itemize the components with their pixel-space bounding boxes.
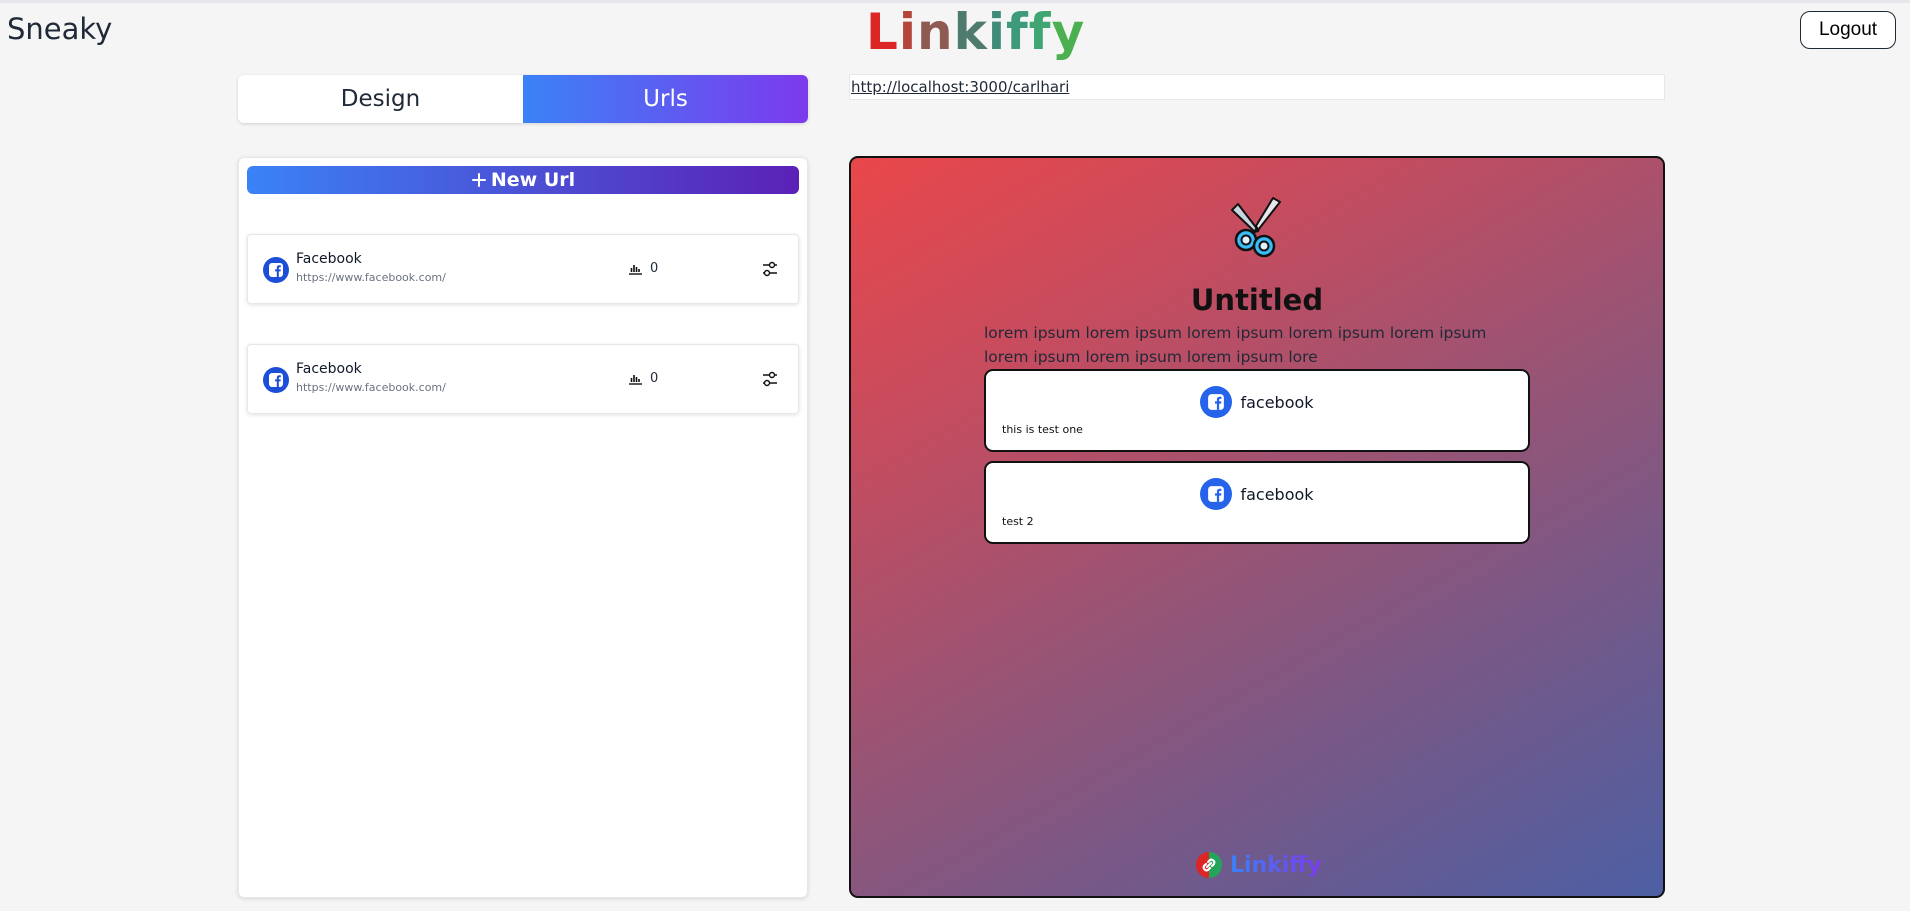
link-subtitle: this is test one <box>1002 423 1083 436</box>
logout-button[interactable]: Logout <box>1800 11 1896 49</box>
bar-chart-icon <box>629 265 642 275</box>
facebook-icon <box>263 367 289 393</box>
link-button[interactable]: facebook test 2 <box>984 461 1530 544</box>
logo-letter: i <box>898 3 918 61</box>
tab-urls[interactable]: Urls <box>523 75 808 123</box>
adjustments-icon[interactable] <box>761 370 779 392</box>
new-url-button[interactable]: New Url <box>247 166 799 194</box>
url-card[interactable]: Facebook https://www.facebook.com/ 0 <box>247 344 799 414</box>
footer-brand-text: Linkiffy <box>1230 852 1322 878</box>
logo-letter: k <box>953 3 988 61</box>
tab-design[interactable]: Design <box>238 75 523 123</box>
profile-url-bar: http://localhost:3000/carlhari <box>849 74 1665 100</box>
link-label: facebook <box>1240 484 1314 504</box>
chain-link-icon <box>1196 852 1222 878</box>
new-url-label: New Url <box>490 169 576 191</box>
logo-letter: n <box>917 3 954 61</box>
profile-url-link[interactable]: http://localhost:3000/carlhari <box>851 78 1069 96</box>
logo-letter: i <box>987 3 1007 61</box>
logo-letter: f <box>1028 3 1052 61</box>
plus-icon <box>471 173 486 187</box>
logo-letter: L <box>866 3 899 61</box>
logo-letter: f <box>1006 3 1029 61</box>
url-link: https://www.facebook.com/ <box>296 381 446 394</box>
bar-chart-icon <box>629 375 642 385</box>
scissors-icon <box>1231 197 1281 258</box>
url-name: Facebook <box>296 251 362 267</box>
urls-panel: New Url Facebook https://www.facebook.co… <box>238 157 808 898</box>
profile-title: Untitled <box>1190 283 1324 317</box>
facebook-icon <box>1200 478 1233 510</box>
url-click-count: 0 <box>650 261 659 276</box>
facebook-icon <box>1200 386 1233 418</box>
profile-description: lorem ipsum lorem ipsum lorem ipsum lore… <box>984 324 1487 366</box>
logo-letter: y <box>1051 3 1086 61</box>
url-card[interactable]: Facebook https://www.facebook.com/ 0 <box>247 234 799 304</box>
app-logo[interactable]: Linkiffy <box>866 3 1085 61</box>
link-button[interactable]: facebook this is test one <box>984 369 1530 452</box>
footer-brand[interactable]: Linkiffy <box>1194 850 1322 880</box>
link-label: facebook <box>1240 392 1314 412</box>
adjustments-icon[interactable] <box>761 260 779 282</box>
profile-preview: Untitled lorem ipsum lorem ipsum lorem i… <box>849 156 1665 898</box>
url-link: https://www.facebook.com/ <box>296 271 446 284</box>
url-stats[interactable]: 0 <box>628 261 658 276</box>
url-name: Facebook <box>296 361 362 377</box>
username-label: Sneaky <box>7 12 113 46</box>
tab-bar: Design Urls <box>238 75 808 123</box>
url-click-count: 0 <box>650 371 659 386</box>
link-subtitle: test 2 <box>1002 515 1034 528</box>
url-stats[interactable]: 0 <box>628 371 658 386</box>
facebook-icon <box>263 257 289 283</box>
